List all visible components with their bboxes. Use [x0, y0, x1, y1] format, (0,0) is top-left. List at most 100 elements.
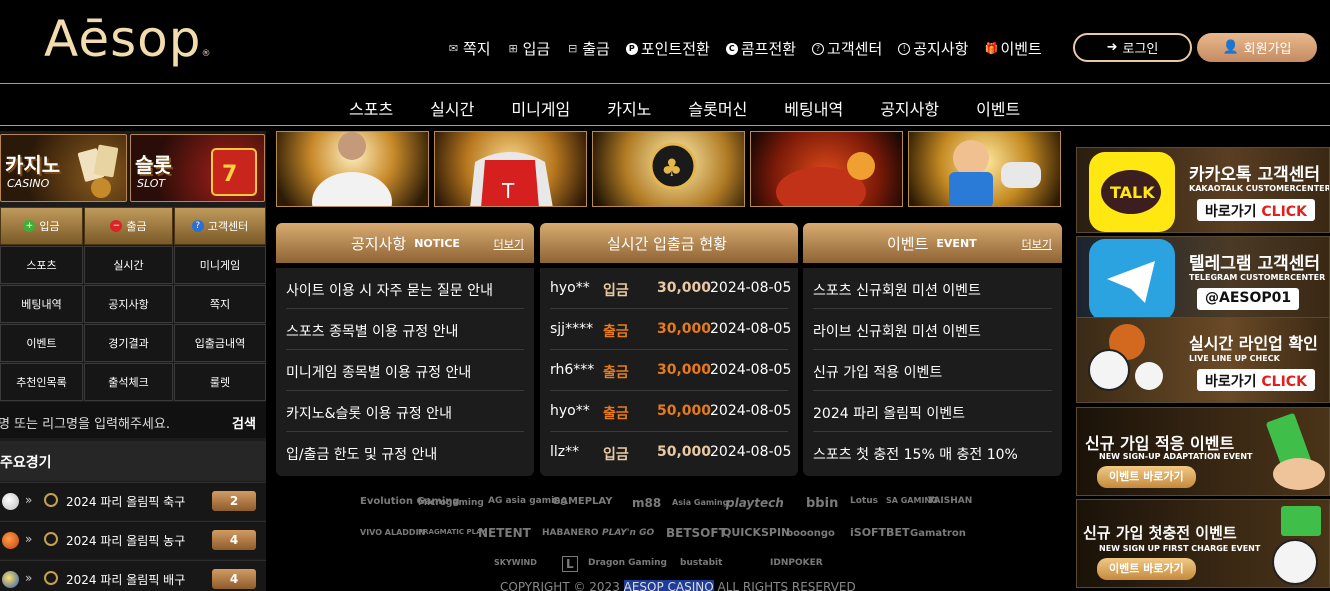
customer-center-button[interactable]: ? 고객센터 — [174, 207, 266, 245]
realtime-panel: hyo** 입금 30,000 2024-08-05 sjj**** 출금 30… — [540, 268, 798, 476]
main-game-label: 2024 파리 올림픽 배구 — [66, 573, 186, 587]
envelope-icon: ✉ — [448, 42, 459, 55]
notice-item[interactable]: 사이트 이용 시 자주 묻는 질문 안내 — [276, 268, 534, 309]
transaction-row: hyo** 입금 30,000 2024-08-05 — [540, 268, 798, 309]
volleyball-icon — [2, 571, 19, 588]
notice-item[interactable]: 미니게임 종목별 이용 규정 안내 — [276, 350, 534, 391]
main-game-row[interactable]: » 2024 파리 올림픽 농구 4 — [0, 521, 266, 559]
provider-logo: GAMEPLAY — [552, 496, 613, 507]
game-banner-slot[interactable] — [750, 131, 903, 207]
grid-bet-history[interactable]: 베팅내역 — [0, 285, 83, 323]
notice-item[interactable]: 스포츠 종목별 이용 규정 안내 — [276, 309, 534, 350]
provider-logo: Gamatron — [910, 528, 966, 539]
grid-referral-list[interactable]: 추천인목록 — [0, 363, 83, 401]
gift-icon: 🎁 — [984, 42, 999, 55]
main-games-title: 주요경기 — [0, 441, 266, 481]
olympic-icon — [44, 571, 58, 585]
transaction-row: sjj**** 출금 30,000 2024-08-05 — [540, 309, 798, 350]
top-menu-comp-convert[interactable]: C 콤프전환 — [725, 38, 796, 59]
notice-more-link[interactable]: 더보기 — [494, 236, 524, 252]
event-item[interactable]: 신규 가입 적용 이벤트 — [803, 350, 1062, 391]
event-item[interactable]: 스포츠 신규회원 미션 이벤트 — [803, 268, 1062, 309]
deposit-button[interactable]: + 입금 — [0, 207, 83, 245]
nav-sports[interactable]: 스포츠 — [349, 96, 393, 120]
top-menu-notice[interactable]: ! 공지사항 — [898, 38, 968, 59]
comp-icon: C — [725, 42, 738, 55]
main-game-row[interactable]: » 2024 파리 올림픽 축구 2 — [0, 482, 266, 520]
svg-text:♣: ♣ — [661, 154, 683, 182]
new-signup-event-banner[interactable]: 신규 가입 적응 이벤트 NEW SIGN-UP ADAPTATION EVEN… — [1076, 407, 1330, 496]
nav-minigame[interactable]: 미니게임 — [511, 96, 570, 120]
grid-message[interactable]: 쪽지 — [174, 285, 266, 323]
grid-results[interactable]: 경기결과 — [84, 324, 173, 362]
kakaotalk-icon: TALK — [1089, 152, 1175, 232]
realtime-panel-header: 실시간 입출금 현황 — [540, 223, 798, 263]
telegram-banner[interactable]: 텔레그램 고객센터 TELEGRAM CUSTOMERCENTER @AESOP… — [1076, 236, 1330, 322]
grid-roulette[interactable]: 룰렛 — [174, 363, 266, 401]
copyright-brand: AESOP CASINO — [623, 580, 714, 591]
login-button[interactable]: ➜ 로그인 — [1073, 33, 1192, 62]
nav-slot[interactable]: 슬롯머신 — [688, 96, 747, 120]
transaction-row: hyo** 출금 50,000 2024-08-05 — [540, 391, 798, 432]
nav-notice[interactable]: 공지사항 — [880, 96, 939, 120]
kakaotalk-banner[interactable]: TALK 카카오톡 고객센터 KAKAOTALK CUSTOMERCENTER … — [1076, 147, 1330, 233]
minus-box-icon: ⊟ — [568, 42, 578, 55]
game-banner-casino[interactable]: ♣ — [592, 131, 745, 207]
lineup-banner[interactable]: 실시간 라인업 확인 LIVE LINE UP CHECK 바로가기 CLICK — [1076, 317, 1330, 403]
event-title: 이벤트 — [887, 234, 929, 253]
main-game-row[interactable]: » 2024 파리 올림픽 배구 4 — [0, 560, 266, 591]
notice-item[interactable]: 카지노&슬롯 이용 규정 안내 — [276, 391, 534, 432]
grid-sports[interactable]: 스포츠 — [0, 246, 83, 284]
top-menu-message[interactable]: ✉ 쪽지 — [447, 38, 491, 59]
event-item[interactable]: 스포츠 첫 충전 15% 매 충전 10% — [803, 432, 1062, 473]
notice-item[interactable]: 입/출금 한도 및 규정 안내 — [276, 432, 534, 473]
ball-cash-icon — [1272, 506, 1321, 585]
slot-promo-banner[interactable]: 슬롯 SLOT 7 — [130, 134, 265, 202]
search-input[interactable]: 팀명 또는 리그명을 입력해주세요. — [0, 413, 170, 432]
game-banner-sports[interactable] — [276, 131, 429, 207]
svg-text:7: 7 — [222, 162, 237, 187]
user-icon: 👤 — [1222, 40, 1239, 55]
top-menu-deposit[interactable]: ⊞ 입금 — [507, 38, 551, 59]
login-icon: ➜ — [1106, 40, 1118, 55]
header: Aēsop® ✉ 쪽지 ⊞ 입금 ⊟ 출금 P 포인트전환 C 콤프전환 ? 고객센터 ! 공… — [0, 0, 1330, 84]
lucky-cat-icon — [776, 152, 875, 206]
top-menu-withdraw[interactable]: ⊟ 출금 — [566, 38, 610, 59]
provider-logo: L — [562, 556, 578, 572]
game-character-icon — [949, 140, 1041, 206]
game-banner-minigame[interactable] — [908, 131, 1061, 207]
grid-event[interactable]: 이벤트 — [0, 324, 83, 362]
slot-promo-title: 슬롯 — [135, 153, 172, 177]
event-item[interactable]: 2024 파리 올림픽 이벤트 — [803, 391, 1062, 432]
soccer-player-icon — [312, 132, 392, 206]
svg-text:TALK: TALK — [1110, 183, 1155, 202]
point-icon: P — [625, 42, 638, 55]
top-menu-customer-center[interactable]: ? 고객센터 — [812, 38, 882, 59]
team-search-bar: 팀명 또는 리그명을 입력해주세요. 검색 — [0, 402, 266, 438]
grid-live[interactable]: 실시간 — [84, 246, 173, 284]
nav-event[interactable]: 이벤트 — [976, 96, 1020, 120]
club-chip-icon: ♣ — [649, 142, 697, 190]
provider-logo: TAISHAN — [928, 496, 973, 506]
top-menu-event[interactable]: 🎁 이벤트 — [984, 38, 1041, 59]
grid-notice[interactable]: 공지사항 — [84, 285, 173, 323]
nav-live[interactable]: 실시간 — [430, 96, 474, 120]
transaction-row: llz** 입금 50,000 2024-08-05 — [550, 444, 792, 463]
withdraw-button[interactable]: − 출금 — [84, 207, 173, 245]
grid-transaction-history[interactable]: 입출금내역 — [174, 324, 266, 362]
grid-attendance[interactable]: 출석체크 — [84, 363, 173, 401]
casino-promo-banner[interactable]: 카지노 CASINO — [0, 134, 127, 202]
nav-casino[interactable]: 카지노 — [607, 96, 651, 120]
event-item[interactable]: 라이브 신규회원 미션 이벤트 — [803, 309, 1062, 350]
top-menu-point-convert[interactable]: P 포인트전환 — [625, 38, 710, 59]
provider-logo: playtech — [726, 496, 784, 510]
site-logo[interactable]: Aēsop® — [44, 10, 211, 68]
first-charge-event-banner[interactable]: 신규 가입 첫충전 이벤트 NEW SIGN UP FIRST CHARGE E… — [1076, 499, 1330, 588]
event-more-link[interactable]: 더보기 — [1022, 236, 1052, 252]
grid-minigame[interactable]: 미니게임 — [174, 246, 266, 284]
game-banner-live[interactable]: T — [434, 131, 587, 207]
search-button[interactable]: 검색 — [232, 413, 256, 432]
nav-bet-history[interactable]: 베팅내역 — [784, 96, 843, 120]
plus-box-icon: ⊞ — [508, 42, 518, 55]
join-button[interactable]: 👤 회원가입 — [1197, 33, 1317, 62]
